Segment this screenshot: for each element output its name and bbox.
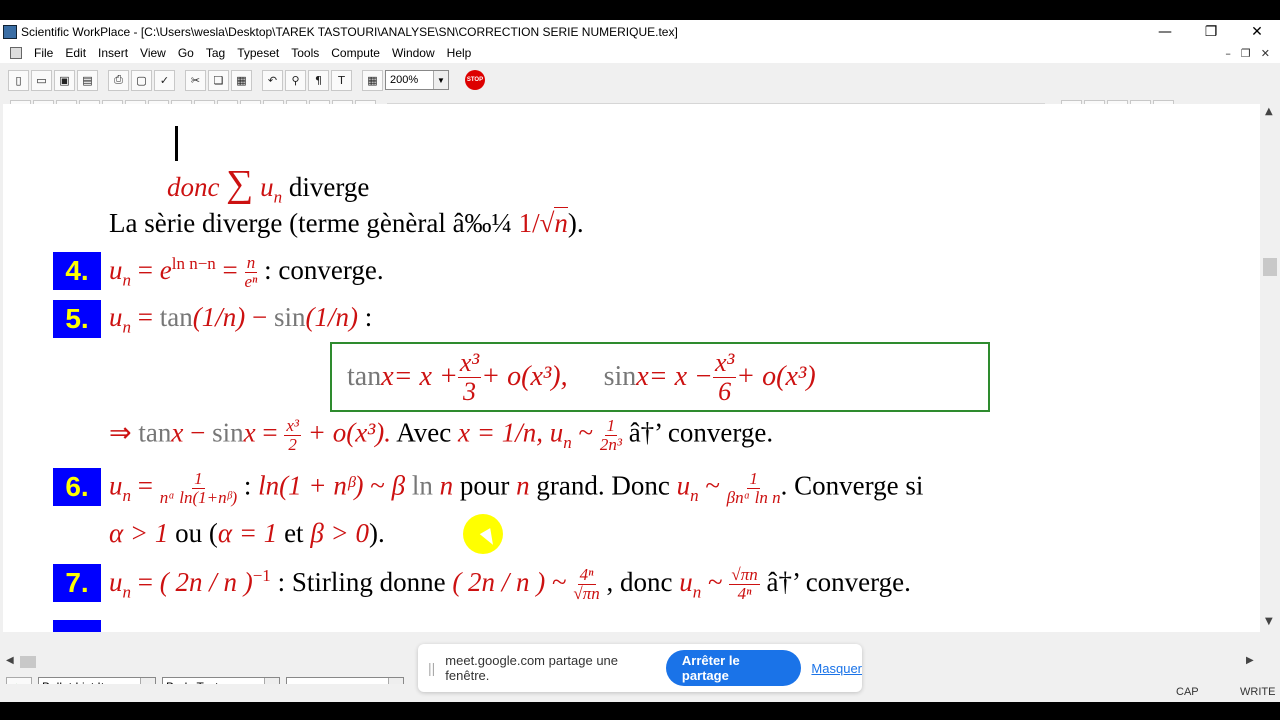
standard-toolbar: ▯ ▭ ▣ ▤ ⎙ ▢ ✓ ✂ ❏ ▦ ↶ ⚲ ¶ T ▦ 200% ▼ STO… — [0, 65, 1280, 95]
document-area[interactable]: donc ∑ un diverge La sèrie diverge (term… — [3, 104, 1260, 632]
new-file-icon[interactable]: ▯ — [8, 69, 29, 91]
screen-share-bar: || meet.google.com partage une fenêtre. … — [418, 644, 862, 692]
preview-icon[interactable]: ▢ — [131, 69, 152, 91]
vertical-scrollbar[interactable]: ▲ ▼ — [1260, 104, 1280, 632]
paragraph-icon[interactable]: ¶ — [308, 69, 329, 91]
line-item-6-condition: α > 1 ou (α = 1 et β > 0). — [109, 518, 385, 548]
cut-icon[interactable]: ✂ — [185, 69, 206, 91]
zoom-value: 200% — [390, 74, 419, 86]
scroll-up-icon[interactable]: ▲ — [1265, 106, 1273, 117]
taylor-expansion-box: tan x = x + x³ 3 + o(x³), sin x = x − x³ 6 +… — [330, 342, 990, 412]
menu-tools[interactable]: Tools — [285, 46, 325, 60]
item-number-7: 7. — [53, 564, 101, 602]
menu-go[interactable]: Go — [172, 46, 200, 60]
scroll-down-icon[interactable]: ▼ — [1265, 616, 1273, 627]
menu-tag[interactable]: Tag — [200, 46, 231, 60]
hide-link[interactable]: Masquer — [811, 661, 862, 676]
print-icon[interactable]: ⎙ — [108, 69, 129, 91]
write-mode-indicator: WRITE — [1240, 686, 1276, 698]
restore-icon[interactable]: ❐ — [1188, 24, 1234, 40]
menu-edit[interactable]: Edit — [59, 46, 92, 60]
doc-close-icon[interactable]: ✕ — [1261, 47, 1270, 60]
line-item-4: un = eln n−n = n eⁿ : converge. — [109, 253, 384, 292]
find-icon[interactable]: ⚲ — [285, 69, 306, 91]
app-icon — [3, 24, 17, 39]
item-number-5: 5. — [53, 300, 101, 338]
menu-file[interactable]: File — [28, 46, 59, 60]
chevron-down-icon[interactable]: ▼ — [433, 71, 448, 89]
drag-handle-icon[interactable]: || — [428, 660, 435, 676]
menu-window[interactable]: Window — [386, 46, 441, 60]
mdi-controls: – ❐ ✕ — [1225, 47, 1280, 60]
save-all-icon[interactable]: ▤ — [77, 69, 98, 91]
title-bar: Scientific WorkPlace - [C:\Users\wesla\D… — [0, 20, 1280, 43]
item-number-4: 4. — [53, 252, 101, 290]
line-donc: donc ∑ un diverge — [167, 163, 370, 207]
save-icon[interactable]: ▣ — [54, 69, 75, 91]
line-item-7: un = ( 2n / n )−1 : Stirling donne ( 2n … — [109, 565, 911, 604]
line-item-5: un = tan(1/n) − sin(1/n) : — [109, 302, 373, 337]
undo-icon[interactable]: ↶ — [262, 69, 283, 91]
horizontal-scroll-thumb[interactable] — [20, 656, 36, 668]
menu-compute[interactable]: Compute — [325, 46, 386, 60]
fraction-n-over-en: n eⁿ — [244, 253, 258, 292]
menu-insert[interactable]: Insert — [92, 46, 134, 60]
share-message: meet.google.com partage une fenêtre. — [445, 653, 619, 683]
text-cursor — [175, 126, 178, 161]
close-icon[interactable]: ✕ — [1234, 24, 1280, 40]
window-title: Scientific WorkPlace - [C:\Users\wesla\D… — [21, 24, 678, 39]
zoom-select[interactable]: 200% ▼ — [385, 70, 449, 90]
line-implies: ⇒ tanx − sinx = x³ 2 + o(x³). Avec x = 1/… — [109, 416, 774, 454]
menu-typeset[interactable]: Typeset — [231, 46, 285, 60]
stop-icon[interactable]: STOP — [465, 70, 485, 90]
scroll-right-icon[interactable]: ▶ — [1246, 655, 1254, 666]
minimize-icon[interactable]: — — [1142, 24, 1188, 40]
item-number-8-partial — [53, 620, 101, 632]
doc-restore-icon[interactable]: ❐ — [1241, 47, 1251, 60]
vertical-scroll-thumb[interactable] — [1263, 258, 1277, 276]
menu-help[interactable]: Help — [441, 46, 478, 60]
scroll-left-icon[interactable]: ◀ — [6, 655, 14, 666]
line-serie-diverge: La sèrie diverge (terme gènèral â‰¼ 1/√n… — [109, 207, 584, 238]
bottom-border — [0, 702, 1280, 720]
menu-view[interactable]: View — [134, 46, 172, 60]
spell-check-icon[interactable]: ✓ — [154, 69, 175, 91]
caps-lock-indicator: CAP — [1176, 686, 1199, 698]
paste-icon[interactable]: ▦ — [231, 69, 252, 91]
line-item-6: un = 1 nᵅ ln(1+nᵝ) : ln(1 + nᵝ) ~ β ln n … — [109, 469, 924, 507]
stop-sharing-button[interactable]: Arrêter le partage — [665, 650, 802, 686]
menu-bar: File Edit Insert View Go Tag Typeset Too… — [0, 43, 1280, 63]
item-number-6: 6. — [53, 468, 101, 506]
copy-icon[interactable]: ❏ — [208, 69, 229, 91]
document-icon[interactable] — [10, 47, 22, 59]
text-mode-icon[interactable]: T — [331, 69, 352, 91]
open-folder-icon[interactable]: ▭ — [31, 69, 52, 91]
table-icon[interactable]: ▦ — [362, 69, 383, 91]
doc-minimize-icon[interactable]: – — [1225, 47, 1231, 60]
